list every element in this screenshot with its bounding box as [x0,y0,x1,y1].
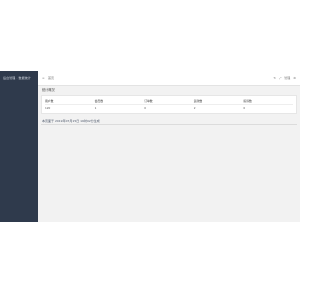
content: 统计概况 用户数 会员数 订单数 退款数 投诉数 120 1 0 2 0 本页面… [41,88,297,125]
main-area: ≡ 首页 ↻ ⤢ 管理 ⚙ 统计概况 用户数 会员数 订单数 退款数 投诉数 1… [38,71,300,222]
stats-card: 用户数 会员数 订单数 退款数 投诉数 120 1 0 2 0 [41,95,297,114]
home-link[interactable]: 首页 [48,77,54,80]
footer-note: 本页面于 2019年07月15日 16时02分生成 [42,119,100,123]
gear-icon[interactable]: ⚙ [293,76,296,80]
user-menu[interactable]: 管理 [284,76,290,80]
refresh-icon[interactable]: ↻ [273,76,276,80]
fullscreen-icon[interactable]: ⤢ [279,76,281,80]
table-cell: 120 [45,106,51,110]
table-cell: 0 [243,106,246,110]
table-cell: 1 [94,106,97,110]
sidebar-title[interactable]: 后台管理 · 数据统计 [3,76,31,80]
app-window: 后台管理 · 数据统计 ≡ 首页 ↻ ⤢ 管理 ⚙ 统计概况 用户数 会员数 订… [0,71,300,222]
sidebar: 后台管理 · 数据统计 [0,71,38,222]
menu-icon[interactable]: ≡ [42,77,45,80]
topbar-actions: ↻ ⤢ 管理 ⚙ [273,76,296,80]
table-row: 120 1 0 2 0 [45,105,293,112]
footer-divider [41,124,297,125]
section-title: 统计概况 [42,88,55,92]
table-cell: 2 [193,106,196,110]
topbar: ≡ 首页 ↻ ⤢ 管理 ⚙ [38,71,300,86]
stats-table: 用户数 会员数 订单数 退款数 投诉数 120 1 0 2 0 [45,98,293,111]
table-cell: 0 [144,106,146,110]
